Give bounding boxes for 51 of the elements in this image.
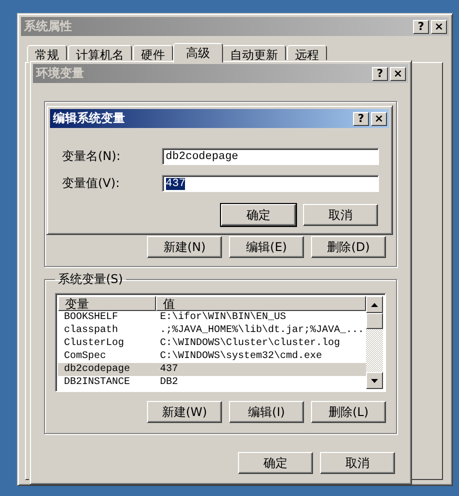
list-row[interactable]: DB2INSTANCE DB2 — [58, 376, 366, 389]
button[interactable]: 删除(D) — [311, 236, 386, 258]
close-button[interactable]: × — [390, 66, 406, 80]
variable-name: classpath — [63, 324, 120, 337]
help-button[interactable]: ? — [372, 66, 388, 80]
column-header[interactable]: 变量 — [58, 296, 156, 311]
scroll-thumb[interactable] — [366, 313, 383, 329]
variable-value: C:\WINDOWS\Cluster\cluster.log — [159, 337, 342, 350]
button[interactable]: 删除(L) — [311, 401, 386, 423]
input-field[interactable]: 437 — [162, 175, 379, 192]
button[interactable]: 确定 — [221, 204, 296, 226]
variable-name: ClusterLog — [63, 337, 126, 350]
field-label: 变量名(N): — [62, 148, 122, 165]
button[interactable]: 确定 — [238, 452, 313, 474]
scroll-up-button[interactable] — [366, 296, 383, 313]
list-row[interactable]: classpath .;%JAVA_HOME%\lib\dt.jar;%JAVA_... — [58, 324, 366, 337]
list-row[interactable]: BOOKSHELF E:\ifor\WIN\BIN\EN_US — [58, 311, 366, 324]
list-row[interactable]: ClusterLog C:\WINDOWS\Cluster\cluster.log — [58, 337, 366, 350]
variable-name: db2codepage — [63, 363, 132, 376]
variable-name: BOOKSHELF — [63, 311, 120, 324]
close-button[interactable]: × — [371, 112, 387, 126]
window-title: 环境变量 — [36, 65, 84, 82]
variable-name: DB2INSTANCE — [63, 376, 132, 389]
window-title: 系统属性 — [24, 18, 72, 35]
variable-value: 437 — [159, 363, 180, 376]
arrow-up-icon — [371, 302, 378, 306]
arrow-down-icon — [371, 378, 378, 382]
help-button[interactable]: ? — [353, 112, 369, 126]
column-header[interactable]: 值 — [156, 296, 366, 311]
button[interactable]: 取消 — [303, 204, 378, 226]
help-button[interactable]: ? — [413, 20, 429, 34]
field-label: 变量值(V): — [62, 175, 121, 192]
list-row[interactable]: ComSpec C:\WINDOWS\system32\cmd.exe — [58, 350, 366, 363]
scrollbar[interactable] — [366, 296, 383, 389]
variable-name: ComSpec — [63, 350, 108, 363]
group-label: 系统变量(S) — [57, 271, 124, 288]
variable-value: E:\ifor\WIN\BIN\EN_US — [159, 311, 288, 324]
button[interactable]: 编辑(E) — [229, 236, 304, 258]
window-title: 编辑系统变量 — [53, 110, 125, 127]
tab[interactable]: 高级 — [173, 43, 223, 63]
button[interactable]: 新建(N) — [147, 236, 222, 258]
variable-value: .;%JAVA_HOME%\lib\dt.jar;%JAVA_... — [159, 324, 366, 337]
list-row[interactable]: db2codepage 437 — [58, 363, 366, 376]
button[interactable]: 编辑(I) — [229, 401, 304, 423]
button[interactable]: 新建(W) — [147, 401, 222, 423]
input-field[interactable]: db2codepage — [162, 148, 379, 165]
close-button[interactable]: × — [431, 20, 447, 34]
button[interactable]: 取消 — [320, 452, 395, 474]
variable-value: C:\WINDOWS\system32\cmd.exe — [159, 350, 324, 363]
scroll-down-button[interactable] — [366, 372, 383, 389]
variable-value: DB2 — [159, 376, 180, 389]
